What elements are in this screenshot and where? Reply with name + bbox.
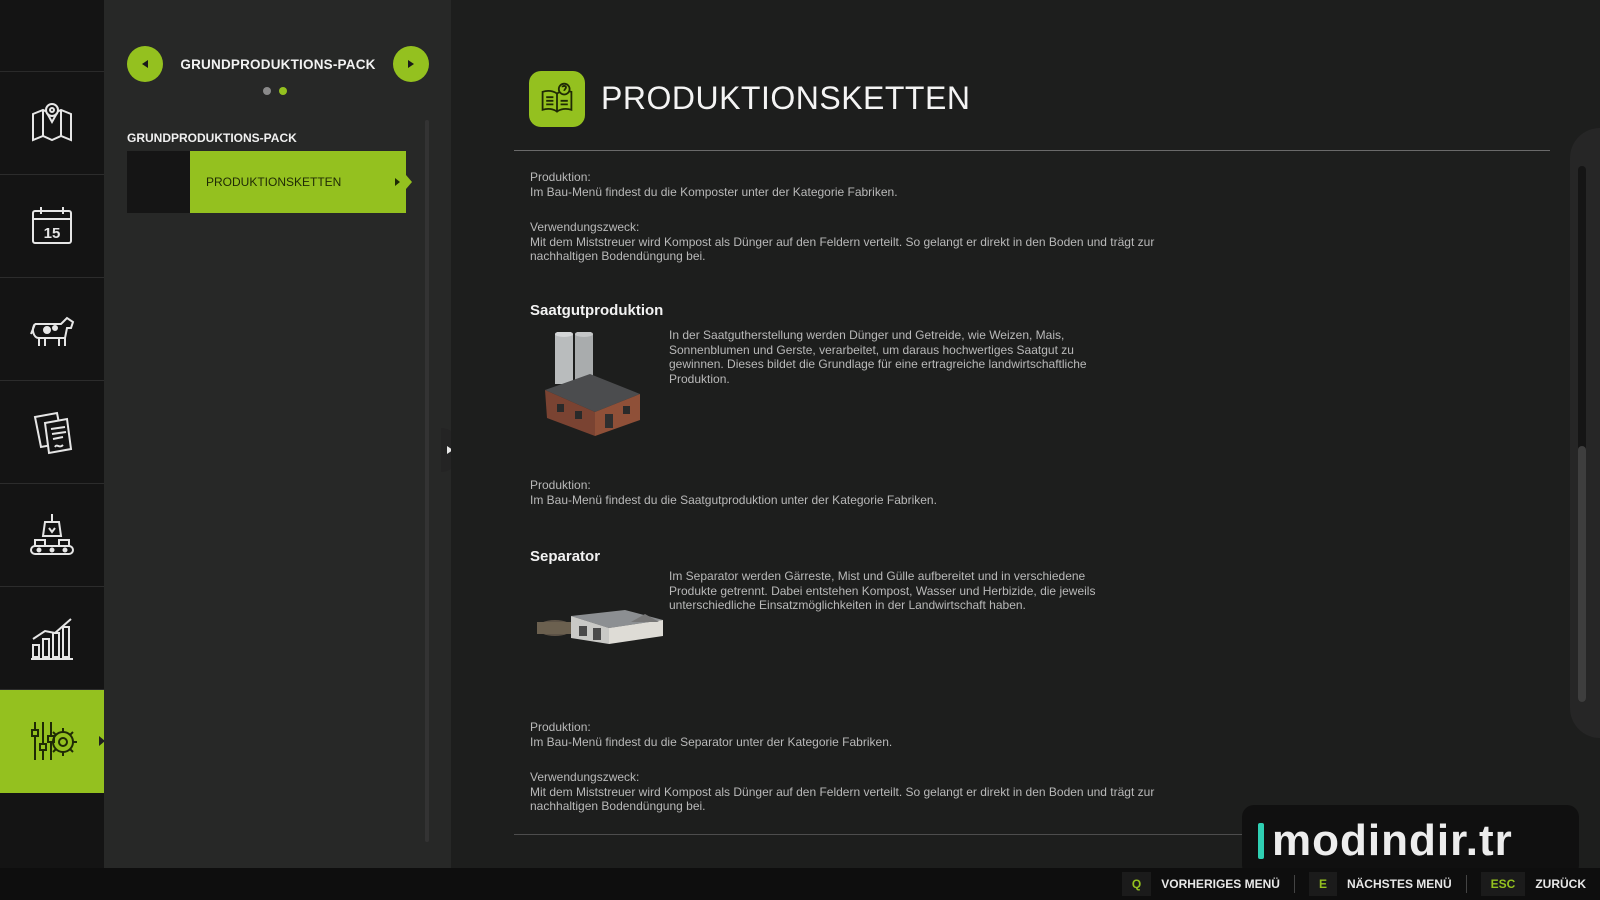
list-item-label: PRODUKTIONSKETTEN: [206, 175, 342, 189]
usage-label: Verwendungszweck:: [530, 220, 640, 234]
content-scrollbar-thumb[interactable]: [1578, 446, 1586, 702]
nav-item-map[interactable]: [0, 72, 104, 175]
nav-item-animals[interactable]: [0, 278, 104, 381]
watermark-text: modindir.tr: [1272, 816, 1513, 865]
page-title: PRODUKTIONSKETTEN: [601, 80, 971, 116]
separator-building-image: [535, 600, 665, 655]
next-pack-button[interactable]: [392, 46, 429, 82]
kompost-usage-block: Verwendungszweck: Mit dem Miststreuer wi…: [530, 220, 1210, 264]
bottom-hint-bar: Q VORHERIGES MENÜ E NÄCHSTES MENÜ ESC ZU…: [0, 868, 1600, 900]
list-item-thumbnail: [127, 151, 190, 213]
page-dot[interactable]: [263, 87, 271, 95]
pack-pager: GRUNDPRODUKTIONS-PACK: [127, 46, 429, 82]
selection-notch: [406, 175, 412, 189]
separator-usage-block: Verwendungszweck: Mit dem Miststreuer wi…: [530, 770, 1210, 814]
production-text: Im Bau-Menü findest du die Saatgutproduk…: [530, 492, 937, 507]
previous-menu-label: VORHERIGES MENÜ: [1161, 877, 1280, 891]
list-item-label-box: PRODUKTIONSKETTEN: [190, 151, 406, 213]
nav-item-settings[interactable]: [0, 690, 105, 793]
usage-label: Verwendungszweck:: [530, 770, 640, 784]
settings-gear-icon: [31, 722, 77, 760]
saatgut-production-block: Produktion: Im Bau-Menü findest du die S…: [530, 478, 937, 507]
watermark-bar: [1258, 823, 1264, 859]
pager-title: GRUNDPRODUKTIONS-PACK: [180, 56, 376, 72]
key-esc: ESC: [1480, 872, 1526, 896]
category-panel: GRUNDPRODUKTIONS-PACK GRUNDPRODUKTIONS-P…: [104, 0, 451, 868]
production-label: Produktion:: [530, 478, 591, 492]
nav-item-contracts[interactable]: [0, 381, 104, 484]
panel-scrollbar[interactable]: [425, 120, 429, 842]
separator-heading: Separator: [530, 548, 601, 565]
production-text: Im Bau-Menü findest du die Komposter unt…: [530, 184, 898, 199]
page-indicator: [263, 87, 287, 95]
production-text: Im Bau-Menü findest du die Separator unt…: [530, 734, 893, 749]
saatgut-heading: Saatgutproduktion: [530, 302, 664, 319]
book-help-icon: [529, 71, 585, 127]
key-hints: Q VORHERIGES MENÜ E NÄCHSTES MENÜ ESC ZU…: [1121, 868, 1600, 900]
kompost-production-block: Produktion: Im Bau-Menü findest du die K…: [530, 170, 898, 199]
bar-chart-icon: [31, 618, 73, 660]
factory-conveyor-icon: [30, 514, 74, 555]
key-q: Q: [1121, 872, 1152, 896]
main-nav-sidebar: 15: [0, 0, 105, 868]
svg-text:15: 15: [44, 225, 61, 242]
saatgut-building-image: [535, 331, 650, 442]
previous-pack-button[interactable]: [127, 46, 163, 82]
watermark-logo: modindir.tr: [1242, 805, 1579, 877]
next-menu-label: NÄCHSTES MENÜ: [1346, 877, 1452, 891]
page-dot-active[interactable]: [279, 87, 287, 95]
section-label: GRUNDPRODUKTIONS-PACK: [127, 131, 297, 145]
previous-menu-hint[interactable]: Q VORHERIGES MENÜ: [1121, 868, 1294, 900]
separator-description: Im Separator werden Gärreste, Mist und G…: [669, 569, 1096, 612]
contract-icon: [33, 411, 73, 455]
calendar-icon: 15: [32, 207, 72, 244]
map-pin-icon: [32, 103, 72, 142]
cow-icon: [30, 316, 75, 346]
next-menu-hint[interactable]: E NÄCHSTES MENÜ: [1308, 868, 1466, 900]
arrow-left-icon: [142, 60, 148, 68]
back-hint[interactable]: ESC ZURÜCK: [1480, 868, 1600, 900]
separator-production-block: Produktion: Im Bau-Menü findest du die S…: [530, 720, 892, 749]
usage-text: Mit dem Miststreuer wird Kompost als Dün…: [530, 234, 1155, 264]
key-e: E: [1308, 872, 1337, 896]
main-content: PRODUKTIONSKETTEN Produktion: Im Bau-Men…: [451, 0, 1600, 868]
hint-separator: [1465, 875, 1467, 893]
nav-item-calendar[interactable]: 15: [0, 175, 104, 278]
list-item-produktionsketten[interactable]: PRODUKTIONSKETTEN: [127, 151, 412, 213]
content-scroll-area[interactable]: Produktion: Im Bau-Menü findest du die K…: [530, 162, 1570, 834]
production-label: Produktion:: [530, 170, 591, 184]
nav-item-statistics[interactable]: [0, 587, 104, 690]
sidebar-top-cap: [0, 0, 104, 72]
arrow-right-icon: [407, 60, 414, 68]
usage-text: Mit dem Miststreuer wird Kompost als Dün…: [530, 784, 1155, 814]
saatgut-description: In der Saatgutherstellung werden Dünger …: [669, 328, 1087, 386]
nav-item-production[interactable]: [0, 484, 104, 587]
back-label: ZURÜCK: [1535, 877, 1586, 891]
header-divider: [514, 150, 1550, 151]
chevron-right-icon: [395, 178, 400, 186]
production-label: Produktion:: [530, 720, 591, 734]
hint-separator: [1293, 875, 1295, 893]
